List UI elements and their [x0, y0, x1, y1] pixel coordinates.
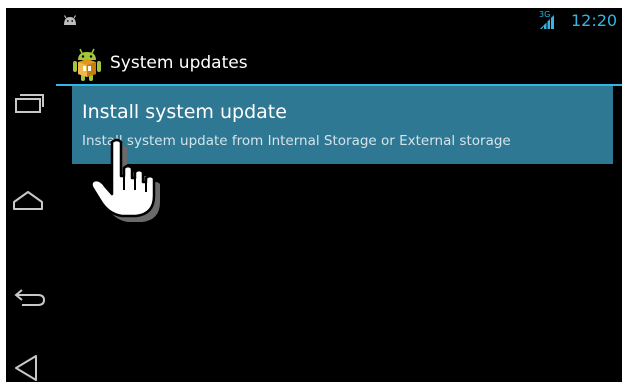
- device-screen: 3G 12:20 System updates Install system u…: [6, 8, 622, 382]
- android-notification-icon: [62, 11, 78, 30]
- action-bar: System updates: [66, 46, 622, 84]
- pointing-hand-cursor-icon: [84, 138, 164, 232]
- cell-signal-icon: [538, 14, 556, 33]
- menu-button[interactable]: [8, 352, 48, 382]
- navigation-bar: [6, 8, 54, 382]
- preference-title: Install system update: [82, 101, 287, 123]
- status-bar: 3G 12:20: [6, 8, 622, 33]
- recent-apps-button[interactable]: [8, 84, 48, 124]
- back-button[interactable]: [8, 276, 48, 316]
- screenshot-frame: 3G 12:20 System updates Install system u…: [0, 0, 626, 389]
- system-update-app-icon[interactable]: [70, 48, 104, 86]
- back-icon: [8, 289, 48, 320]
- status-clock: 12:20: [571, 11, 618, 30]
- recent-apps-icon: [8, 94, 48, 128]
- menu-icon: [8, 355, 48, 382]
- home-icon: [8, 191, 48, 224]
- action-bar-title: System updates: [110, 53, 248, 73]
- home-button[interactable]: [8, 180, 48, 220]
